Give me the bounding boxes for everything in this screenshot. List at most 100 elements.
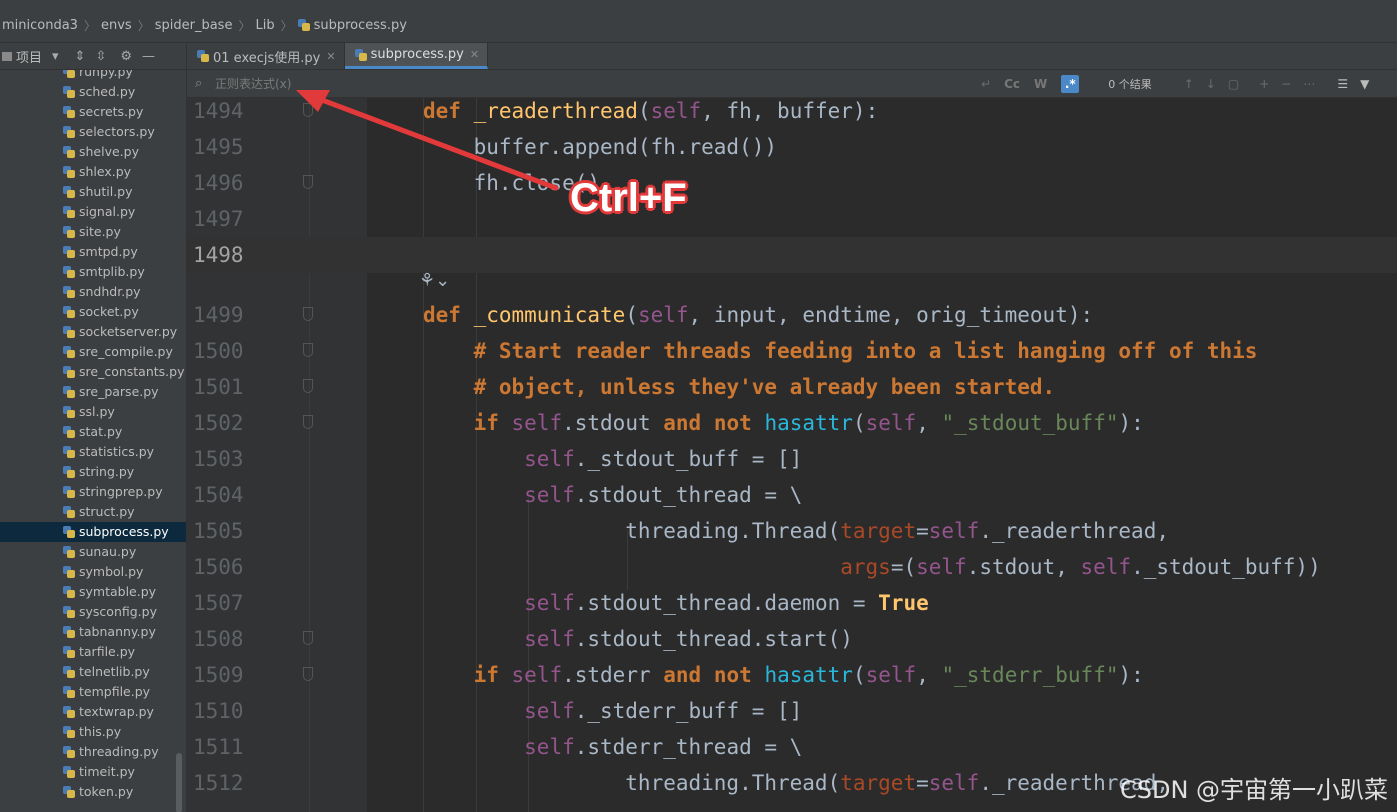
regex-toggle[interactable]: .* (1061, 74, 1080, 93)
breadcrumb-item-spider-base[interactable]: spider_base (153, 18, 236, 33)
code-line[interactable]: 1499 def _communicate(self, input, endtim… (187, 297, 1397, 333)
tab-subprocess[interactable]: subprocess.py ✕ (344, 43, 489, 69)
code-line[interactable]: 1511 self.stderr_thread = \ (187, 729, 1397, 765)
fold-marker-icon[interactable] (303, 343, 313, 357)
match-case-toggle[interactable]: Cc (1004, 77, 1020, 91)
inlay-hint-icon[interactable]: ⚘⌄ (419, 270, 450, 291)
search-icon[interactable]: ⌕ (195, 76, 215, 91)
remove-occurrence-icon[interactable]: − (1281, 77, 1291, 91)
python-file-icon (63, 186, 75, 198)
file-tree-item[interactable]: tarfile.py (0, 642, 186, 662)
file-tree-item[interactable]: smtplib.py (0, 262, 186, 282)
file-tree-item[interactable]: statistics.py (0, 442, 186, 462)
file-tree-item[interactable]: struct.py (0, 502, 186, 522)
code-line[interactable]: 1507 self.stdout_thread.daemon = True (187, 585, 1397, 621)
dropdown-chevron-icon[interactable]: ▾ (52, 49, 59, 64)
file-tree-item[interactable]: ssl.py (0, 402, 186, 422)
code-line[interactable]: 1502 if self.stdout and not hasattr(self… (187, 405, 1397, 441)
code-line[interactable]: 1495 buffer.append(fh.read()) (187, 129, 1397, 165)
filter-icon[interactable]: ▼ (1360, 77, 1369, 91)
new-line-icon[interactable]: ↵ (981, 77, 991, 91)
file-tree-item[interactable]: signal.py (0, 202, 186, 222)
breadcrumb-item-envs[interactable]: envs (99, 18, 135, 33)
file-tree-item[interactable]: timeit.py (0, 762, 186, 782)
breadcrumb-item-miniconda3[interactable]: miniconda3 (0, 18, 81, 33)
file-tree-item[interactable]: site.py (0, 222, 186, 242)
file-tree-item[interactable]: string.py (0, 462, 186, 482)
expand-all-icon[interactable]: ⇕ (75, 49, 86, 64)
tab-execjs[interactable]: 01 execjs使用.py ✕ (187, 43, 345, 69)
file-tree-item[interactable]: runpy.py (0, 70, 186, 82)
fold-marker-icon[interactable] (303, 379, 313, 393)
sidebar-scrollbar[interactable] (176, 753, 182, 812)
code-line[interactable]: 1510 self._stderr_buff = [] (187, 693, 1397, 729)
code-line[interactable]: 1496 fh.close() (187, 165, 1397, 201)
collapse-all-icon[interactable]: ⇳ (95, 49, 106, 64)
file-tree-item[interactable]: this.py (0, 722, 186, 742)
file-tree-item[interactable]: shlex.py (0, 162, 186, 182)
fold-marker-icon[interactable] (303, 103, 313, 117)
file-tree-item[interactable]: smtpd.py (0, 242, 186, 262)
fold-marker-icon[interactable] (303, 631, 313, 645)
file-tree-item[interactable]: selectors.py (0, 122, 186, 142)
arrow-down-icon[interactable]: ↓ (1206, 77, 1216, 91)
code-line[interactable]: 1503 self._stdout_buff = [] (187, 441, 1397, 477)
code-line[interactable]: 1508 self.stdout_thread.start() (187, 621, 1397, 657)
file-tree-item[interactable]: sysconfig.py (0, 602, 186, 622)
gear-icon[interactable]: ⚙ (120, 49, 132, 64)
code-line[interactable]: 1505 threading.Thread(target=self._reade… (187, 513, 1397, 549)
file-tree-item[interactable]: socketserver.py (0, 322, 186, 342)
file-tree-item[interactable]: socket.py (0, 302, 186, 322)
file-tree-item[interactable]: stat.py (0, 422, 186, 442)
select-all-occurrences-icon[interactable]: ▢ (1228, 77, 1239, 91)
file-tree-item[interactable]: symbol.py (0, 562, 186, 582)
file-tree-item[interactable]: sndhdr.py (0, 282, 186, 302)
breadcrumb-item-subprocess[interactable]: subprocess.py (296, 18, 410, 33)
close-icon[interactable]: ✕ (470, 48, 479, 61)
file-tree-item[interactable]: threading.py (0, 742, 186, 762)
file-tree-item[interactable]: sre_constants.py (0, 362, 186, 382)
line-number: 1510 (193, 699, 244, 723)
code-line[interactable]: 1497 (187, 201, 1397, 237)
add-occurrence-icon[interactable]: + (1259, 77, 1269, 91)
toggle-selection-icon[interactable]: ⋯ (1303, 77, 1315, 91)
file-tree-item[interactable]: shutil.py (0, 182, 186, 202)
file-tree-item[interactable]: sched.py (0, 82, 186, 102)
whole-word-toggle[interactable]: W (1034, 77, 1047, 91)
file-tree-item[interactable]: sre_parse.py (0, 382, 186, 402)
code-line[interactable]: 1500 # Start reader threads feeding into… (187, 333, 1397, 369)
options-icon[interactable]: ☰ (1337, 77, 1348, 91)
python-file-icon (63, 70, 75, 78)
breadcrumb-item-lib[interactable]: Lib (253, 18, 277, 33)
fold-marker-icon[interactable] (303, 175, 313, 189)
code-line[interactable]: 1498 (187, 237, 1397, 273)
python-file-icon (63, 786, 75, 798)
code-line[interactable]: 1494 def _readerthread(self, fh, buffer): (187, 98, 1397, 129)
code-line[interactable]: 1501 # object, unless they've already be… (187, 369, 1397, 405)
sidebar-title[interactable]: 项目 (16, 47, 42, 66)
file-tree-item[interactable]: telnetlib.py (0, 662, 186, 682)
code-line[interactable]: 1504 self.stdout_thread = \ (187, 477, 1397, 513)
file-tree-label: ssl.py (79, 404, 115, 419)
minimize-icon[interactable]: — (142, 49, 155, 64)
file-tree-item[interactable]: shelve.py (0, 142, 186, 162)
file-tree-item[interactable]: textwrap.py (0, 702, 186, 722)
fold-marker-icon[interactable] (303, 415, 313, 429)
file-tree-item[interactable]: token.py (0, 782, 186, 802)
close-icon[interactable]: ✕ (326, 50, 335, 63)
file-tree-item[interactable]: sunau.py (0, 542, 186, 562)
file-tree-item[interactable]: secrets.py (0, 102, 186, 122)
arrow-up-icon[interactable]: ↑ (1184, 77, 1194, 91)
fold-marker-icon[interactable] (303, 667, 313, 681)
fold-marker-icon[interactable] (303, 307, 313, 321)
file-tree-item[interactable]: stringprep.py (0, 482, 186, 502)
file-tree-item[interactable]: sre_compile.py (0, 342, 186, 362)
code-line[interactable]: 1506 args=(self.stdout, self._stdout_buf… (187, 549, 1397, 585)
search-input[interactable] (215, 76, 975, 91)
code-editor[interactable]: 1494 def _readerthread(self, fh, buffer):… (187, 98, 1397, 812)
file-tree-item[interactable]: symtable.py (0, 582, 186, 602)
file-tree-item[interactable]: tempfile.py (0, 682, 186, 702)
file-tree-item[interactable]: tabnanny.py (0, 622, 186, 642)
file-tree-item[interactable]: subprocess.py (0, 522, 186, 542)
code-line[interactable]: 1509 if self.stderr and not hasattr(self… (187, 657, 1397, 693)
